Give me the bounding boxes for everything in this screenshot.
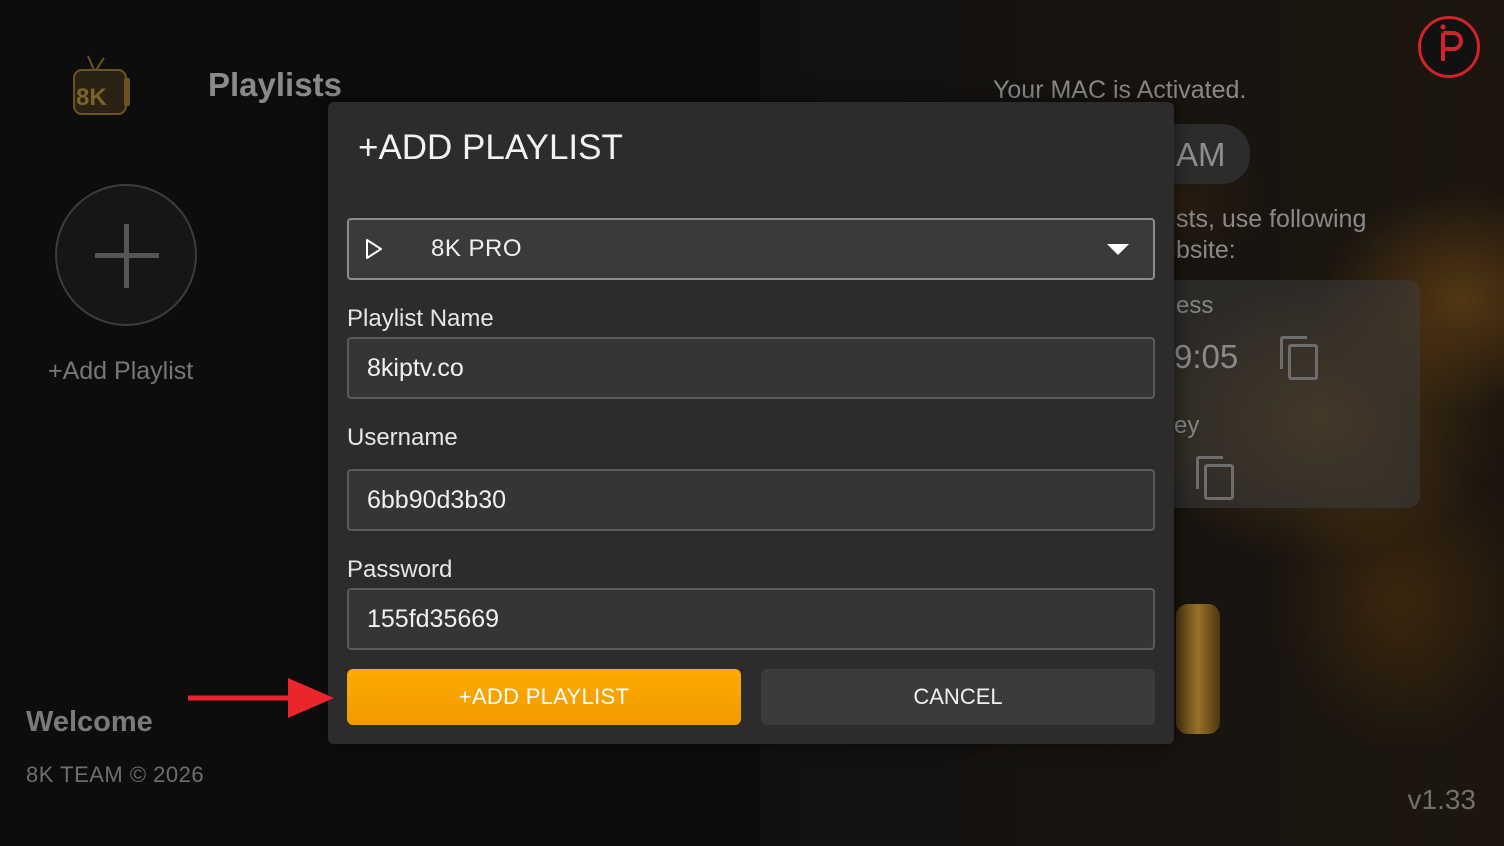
logo-text: 8K bbox=[76, 84, 107, 111]
brand-badge-icon bbox=[1418, 16, 1480, 78]
add-playlist-label: +Add Playlist bbox=[48, 357, 194, 385]
password-label: Password bbox=[347, 556, 453, 583]
playlist-name-input[interactable]: 8kiptv.co bbox=[347, 337, 1155, 399]
copyright-text: 8K TEAM © 2026 bbox=[26, 762, 205, 787]
page-title: Playlists bbox=[208, 66, 342, 103]
instructions-text: sts, use following bsite: bbox=[1176, 204, 1366, 266]
playlist-name-label: Playlist Name bbox=[347, 305, 494, 332]
time-fragment: AM bbox=[1176, 136, 1226, 173]
username-value: 6bb90d3b30 bbox=[367, 486, 507, 514]
copy-icon[interactable] bbox=[1280, 336, 1320, 380]
card-value-1: 9:05 bbox=[1174, 338, 1239, 375]
username-label: Username bbox=[347, 424, 458, 451]
annotation-arrow-icon bbox=[188, 678, 334, 718]
instructions-line-1: sts, use following bbox=[1176, 205, 1367, 233]
play-icon bbox=[366, 239, 382, 259]
password-value: 155fd35669 bbox=[367, 605, 500, 633]
card-label-1: ess bbox=[1176, 292, 1214, 319]
password-input[interactable]: 155fd35669 bbox=[347, 588, 1155, 650]
decorative-gold-shape bbox=[1176, 604, 1220, 734]
welcome-text: Welcome bbox=[26, 706, 153, 738]
app-logo: 8K bbox=[70, 54, 136, 120]
instructions-line-2: bsite: bbox=[1176, 236, 1236, 264]
add-playlist-button[interactable]: +ADD PLAYLIST bbox=[347, 669, 741, 725]
add-playlist-dialog: +ADD PLAYLIST 8K PRO Playlist Name 8kipt… bbox=[328, 102, 1174, 744]
playlist-type-select[interactable]: 8K PRO bbox=[347, 218, 1155, 280]
dropdown-caret-icon bbox=[1107, 244, 1129, 255]
device-info-card: ess 9:05 ey bbox=[1150, 280, 1420, 508]
version-label: v1.33 bbox=[1407, 784, 1477, 815]
playlist-type-value: 8K PRO bbox=[431, 235, 523, 262]
username-input[interactable]: 6bb90d3b30 bbox=[347, 469, 1155, 531]
dialog-title: +ADD PLAYLIST bbox=[358, 128, 623, 167]
playlist-name-value: 8kiptv.co bbox=[367, 354, 464, 382]
add-playlist-circle-button[interactable] bbox=[55, 184, 197, 326]
cancel-button[interactable]: CANCEL bbox=[761, 669, 1155, 725]
card-label-2: ey bbox=[1174, 412, 1200, 439]
copy-icon[interactable] bbox=[1196, 456, 1236, 500]
mac-status: Your MAC is Activated. bbox=[993, 76, 1247, 104]
